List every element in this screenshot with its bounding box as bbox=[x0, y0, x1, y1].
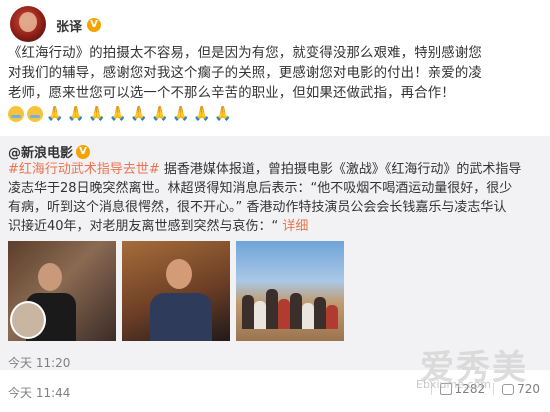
weibo-post: 张译 V 《红海行动》的拍摄太不容易，但是因为有您，就变得没那么艰难，特别感谢您… bbox=[0, 0, 550, 412]
pray-emoji-icon: 🙏 bbox=[214, 106, 232, 122]
repost-photo[interactable] bbox=[122, 241, 230, 341]
post-text-line: 老师，愿来世您可以选一个不那么辛苦的职业，但如果还做武指，再合作！ bbox=[8, 86, 455, 101]
post-timestamp[interactable]: 今天 11:44 bbox=[8, 384, 70, 401]
repost-text-line: 有病，听到这个消息很愕然，很不开心。” 香港动作特技演员公会会长钱嘉乐与凌志华认 bbox=[8, 200, 507, 215]
repost-text-segment: 据香港媒体报道，曾拍摄电影《激战》《红海行动》的武术指导 bbox=[159, 162, 522, 177]
pray-emoji-icon: 🙏 bbox=[172, 106, 190, 122]
photo-person bbox=[150, 293, 212, 341]
photo-person bbox=[38, 263, 62, 291]
post-body: 《红海行动》的拍摄太不容易，但是因为有您，就变得没那么艰难，特别感谢您 对我们的… bbox=[8, 44, 540, 104]
post-text-line: 《红海行动》的拍摄太不容易，但是因为有您，就变得没那么艰难，特别感谢您 bbox=[8, 46, 482, 61]
repost-text-line: 凌志华于28日晚突然离世。林超贤得知消息后表示：“他不吸烟不喝酒运动量很好，很少 bbox=[8, 181, 513, 196]
repost-photo[interactable] bbox=[8, 241, 116, 341]
sad-cry-emoji-icon bbox=[27, 106, 43, 122]
verified-badge-icon: V bbox=[87, 18, 102, 32]
repost-body: #红海行动武术指导去世# 据香港媒体报道，曾拍摄电影《激战》《红海行动》的武术指… bbox=[8, 160, 544, 236]
repost-text-line: #红海行动武术指导去世# 据香港媒体报道，曾拍摄电影《激战》《红海行动》的武术指… bbox=[8, 160, 544, 179]
post-header: 张译 V bbox=[56, 15, 102, 35]
photo-group bbox=[240, 279, 340, 329]
photo-person bbox=[166, 259, 192, 289]
repost-header: @新浪电影 V bbox=[8, 142, 91, 161]
pray-emoji-icon: 🙏 bbox=[130, 106, 148, 122]
photo-inset bbox=[10, 301, 46, 339]
details-link[interactable]: 详细 bbox=[282, 219, 308, 234]
repost-text-line: 识接近40年，对老朋友离世感到突然与哀伤：“ 详细 bbox=[8, 217, 544, 236]
repost-timestamp[interactable]: 今天 11:20 bbox=[8, 354, 70, 371]
emoji-row: 🙏 🙏 🙏 🙏 🙏 🙏 🙏 🙏 🙏 bbox=[8, 106, 232, 122]
pray-emoji-icon: 🙏 bbox=[46, 106, 64, 122]
pray-emoji-icon: 🙏 bbox=[193, 106, 211, 122]
sad-cry-emoji-icon bbox=[8, 106, 24, 122]
pray-emoji-icon: 🙏 bbox=[88, 106, 106, 122]
pray-emoji-icon: 🙏 bbox=[67, 106, 85, 122]
pray-emoji-icon: 🙏 bbox=[109, 106, 127, 122]
reposted-weibo[interactable]: @新浪电影 V #红海行动武术指导去世# 据香港媒体报道，曾拍摄电影《激战》《红… bbox=[0, 136, 550, 370]
user-avatar[interactable] bbox=[10, 6, 46, 42]
repost-source[interactable]: @新浪电影 bbox=[8, 142, 73, 161]
verified-badge-icon: V bbox=[76, 144, 91, 159]
topic-tag[interactable]: #红海行动武术指导去世# bbox=[8, 162, 160, 177]
repost-text-segment: 识接近40年，对老朋友离世感到突然与哀伤：“ bbox=[8, 219, 279, 234]
username[interactable]: 张译 bbox=[56, 16, 82, 35]
pray-emoji-icon: 🙏 bbox=[151, 106, 169, 122]
post-text-line: 对我们的辅导，感谢您对我这个瘸子的关照，更感谢您对电影的付出！亲爱的凌 bbox=[8, 66, 482, 81]
repost-photo[interactable] bbox=[236, 241, 344, 341]
watermark-url: Ebxiume.com bbox=[416, 378, 491, 391]
